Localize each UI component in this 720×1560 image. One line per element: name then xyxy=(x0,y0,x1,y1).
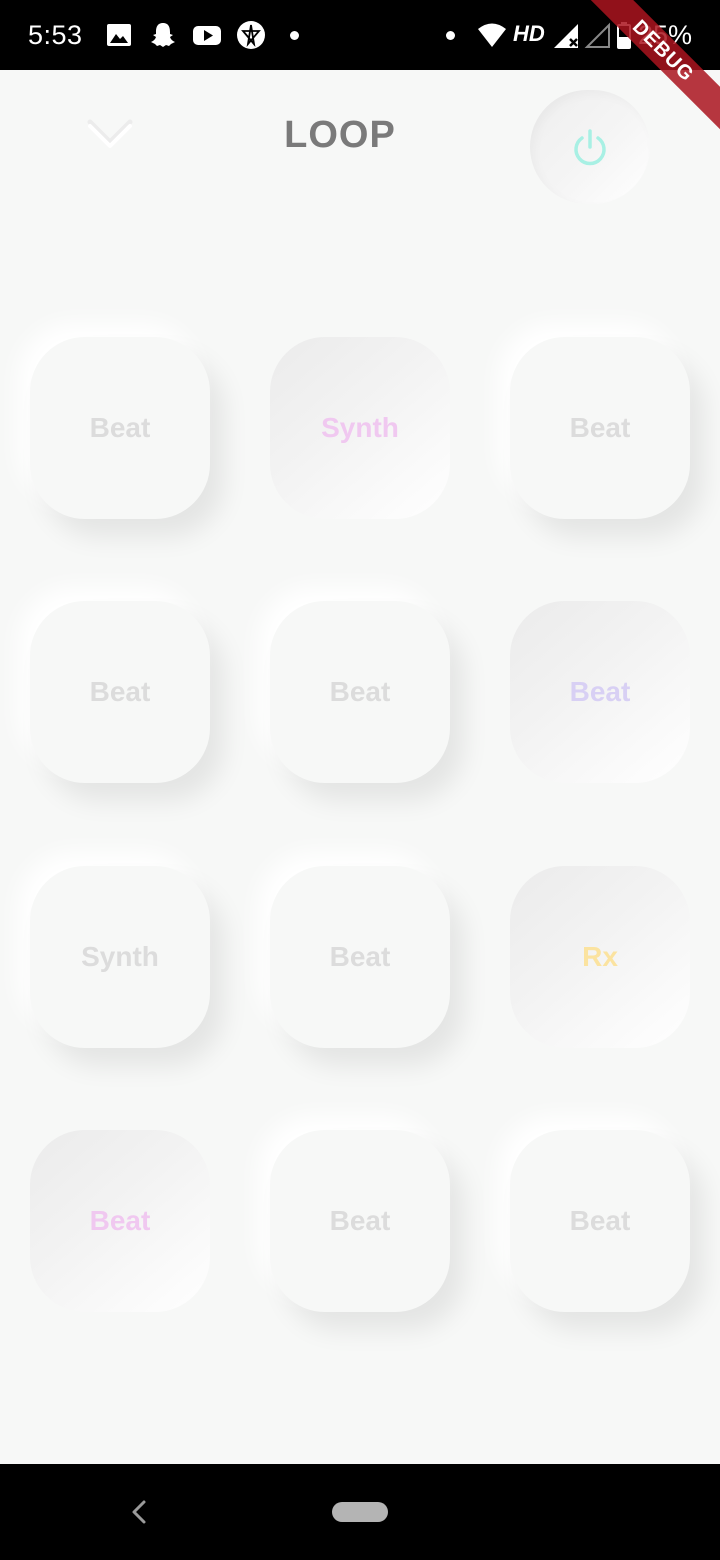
pad-10[interactable]: Beat xyxy=(30,1130,210,1312)
status-time: 5:53 xyxy=(28,20,83,50)
pad-label: Beat xyxy=(569,412,631,443)
pad-11[interactable]: Beat xyxy=(270,1130,450,1312)
pad-label: Beat xyxy=(329,941,391,972)
home-pill-icon[interactable] xyxy=(332,1502,388,1522)
chevron-down-icon xyxy=(87,119,133,148)
network-label: HD xyxy=(513,21,545,46)
pad-label: Beat xyxy=(89,676,151,707)
pad-4[interactable]: Beat xyxy=(30,601,210,783)
pad-label: Beat xyxy=(89,412,151,443)
signal-icon xyxy=(554,24,578,48)
app-icon xyxy=(237,21,265,49)
pad-1[interactable]: Beat xyxy=(30,337,210,519)
pad-8[interactable]: Beat xyxy=(270,866,450,1048)
pad-5[interactable]: Beat xyxy=(270,601,450,783)
pad-label: Beat xyxy=(569,1205,631,1236)
pad-label: Beat xyxy=(569,676,631,707)
youtube-icon xyxy=(193,26,221,45)
collapse-button[interactable] xyxy=(80,108,140,158)
power-button[interactable] xyxy=(530,90,650,204)
pad-label: Rx xyxy=(582,941,618,972)
page-title: LOOP xyxy=(284,114,396,156)
snapchat-icon xyxy=(151,23,175,47)
notification-dot xyxy=(446,31,455,40)
pad-9[interactable]: Rx xyxy=(510,866,690,1048)
pad-label: Synth xyxy=(81,941,159,972)
pad-label: Beat xyxy=(89,1205,151,1236)
notification-dot xyxy=(290,31,299,40)
pad-7[interactable]: Synth xyxy=(30,866,210,1048)
signal-empty-icon xyxy=(584,22,610,48)
pad-label: Synth xyxy=(321,412,399,443)
back-icon[interactable] xyxy=(124,1494,154,1530)
navigation-bar xyxy=(0,1464,720,1560)
pad-3[interactable]: Beat xyxy=(510,337,690,519)
pad-label: Beat xyxy=(329,676,391,707)
image-icon xyxy=(107,24,131,46)
power-icon xyxy=(574,129,606,166)
wifi-icon xyxy=(478,23,506,47)
pad-6[interactable]: Beat xyxy=(510,601,690,783)
pad-12[interactable]: Beat xyxy=(510,1130,690,1312)
pad-label: Beat xyxy=(329,1205,391,1236)
pad-2[interactable]: Synth xyxy=(270,337,450,519)
